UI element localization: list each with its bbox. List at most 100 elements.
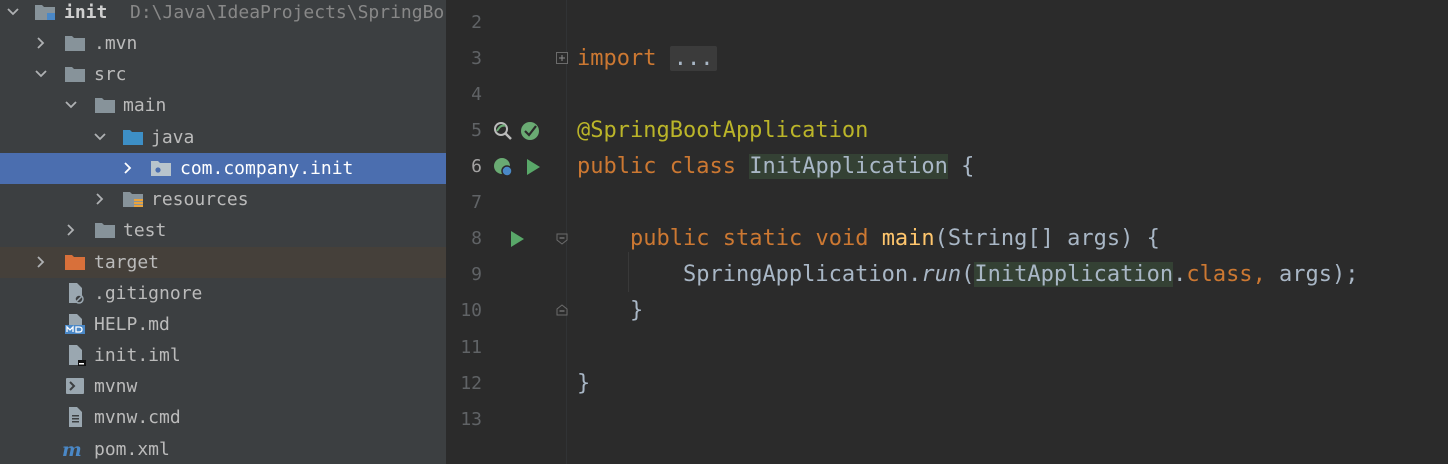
code-editor[interactable]: 2 3 4 5 6 7 8 9 10 11 12 13 import ... @… — [446, 0, 1448, 464]
line-number: 8 — [471, 228, 482, 249]
keyword-public: public — [629, 226, 710, 251]
code-line-6[interactable]: @SpringBootApplication — [577, 113, 1448, 149]
gutter-line[interactable]: 8 — [446, 221, 566, 257]
tree-item-label: HELP.md — [94, 314, 170, 335]
code-line-10[interactable]: SpringApplication.run(InitApplication.cl… — [577, 257, 1448, 293]
dot-token: . — [1173, 262, 1187, 287]
gutter-line-current[interactable]: 6 — [446, 149, 566, 185]
tree-row-mvnw[interactable]: mvnw — [0, 371, 446, 402]
tree-item-label: com.company.init — [180, 158, 354, 179]
brace-token: { — [947, 154, 975, 179]
tree-row-resources[interactable]: resources — [0, 184, 446, 215]
fold-collapse-icon[interactable] — [556, 233, 568, 245]
keyword-class: class — [669, 154, 736, 179]
tree-row-gitignore[interactable]: .gitignore — [0, 278, 446, 309]
gutter-line[interactable]: 13 — [446, 402, 566, 438]
code-line-3[interactable]: import ... — [577, 41, 1448, 77]
tree-item-label: resources — [151, 189, 249, 210]
gutter-line[interactable]: 9 — [446, 257, 566, 293]
gutter-line[interactable]: 10 — [446, 293, 566, 329]
svg-text:m: m — [62, 440, 82, 460]
code-line-11[interactable]: } — [577, 293, 1448, 329]
folder-icon — [95, 223, 115, 238]
tree-row-target[interactable]: target — [0, 247, 446, 278]
resources-folder-icon — [123, 192, 143, 207]
maven-icon: m — [62, 440, 82, 460]
line-number: 4 — [471, 84, 482, 105]
gutter-line[interactable]: 5 — [446, 113, 566, 149]
params-token: (String[] args) { — [934, 226, 1160, 251]
gutter-line[interactable]: 2 — [446, 5, 566, 41]
folder-icon — [65, 36, 85, 51]
line-number: 11 — [460, 337, 482, 358]
gutter-separator — [566, 0, 567, 464]
fold-expand-icon[interactable] — [556, 52, 568, 64]
keyword-import: import — [577, 46, 657, 71]
source-folder-icon — [123, 130, 143, 145]
project-tree[interactable]: init D:\Java\IdeaProjects\SpringBo .mvn … — [0, 0, 446, 464]
excluded-folder-icon — [65, 255, 85, 270]
tree-row-root[interactable]: init D:\Java\IdeaProjects\SpringBo — [0, 0, 446, 28]
tree-item-label: test — [123, 220, 167, 241]
text-file-icon — [69, 407, 82, 427]
gutter-line[interactable]: 7 — [446, 185, 566, 221]
paren-token: ( — [961, 262, 975, 287]
tree-item-label: java — [151, 127, 195, 148]
chevron-right-icon[interactable] — [93, 192, 107, 206]
chevron-right-icon[interactable] — [121, 161, 135, 175]
tree-item-label: target — [94, 252, 160, 273]
tree-row-java[interactable]: java — [0, 122, 446, 153]
tree-row-mvnw-cmd[interactable]: mvnw.cmd — [0, 402, 446, 433]
tree-row-mvn[interactable]: .mvn — [0, 28, 446, 59]
chevron-down-icon[interactable] — [6, 5, 20, 19]
folded-imports[interactable]: ... — [669, 46, 718, 71]
folder-icon — [95, 98, 115, 113]
folder-icon — [65, 67, 85, 82]
run-icon[interactable] — [522, 156, 544, 178]
chevron-right-icon[interactable] — [34, 36, 48, 50]
tree-row-src[interactable]: src — [0, 59, 446, 90]
tree-row-test[interactable]: test — [0, 215, 446, 246]
gutter-line[interactable]: 4 — [446, 77, 566, 113]
ignore-file-icon — [69, 283, 84, 304]
brace-token: } — [577, 371, 591, 396]
spring-bean-icon[interactable] — [492, 156, 514, 178]
tree-item-label: pom.xml — [94, 439, 170, 460]
project-root-name: init — [64, 2, 108, 23]
tree-row-init-iml[interactable]: init.iml — [0, 340, 446, 371]
tree-row-help-md[interactable]: HELP.md — [0, 309, 446, 340]
gutter-line[interactable]: 11 — [446, 330, 566, 366]
gutter-line[interactable]: 3 — [446, 41, 566, 77]
chevron-right-icon[interactable] — [64, 223, 78, 237]
line-number: 2 — [471, 12, 482, 33]
code-line-9[interactable]: public static void main(String[] args) { — [577, 221, 1448, 257]
run-method-token: run — [921, 262, 962, 287]
tree-item-label: .mvn — [94, 33, 138, 54]
chevron-down-icon[interactable] — [64, 98, 78, 112]
tree-row-package[interactable]: com.company.init — [0, 153, 446, 184]
package-icon — [151, 161, 171, 176]
gutter-line[interactable]: 12 — [446, 366, 566, 402]
class-name-token: InitApplication — [749, 154, 948, 179]
chevron-right-icon[interactable] — [34, 255, 48, 269]
run-icon[interactable] — [506, 228, 528, 250]
tree-item-label: mvnw — [94, 376, 138, 397]
tree-row-main[interactable]: main — [0, 90, 446, 121]
fold-end-icon[interactable] — [556, 304, 568, 316]
keyword-public: public — [577, 154, 657, 179]
keyword-void: void — [815, 226, 869, 251]
tree-item-label: main — [123, 95, 167, 116]
shell-script-icon — [66, 378, 84, 394]
annotation-token: @SpringBootApplication — [577, 118, 869, 143]
chevron-down-icon[interactable] — [34, 67, 48, 81]
tree-item-label: src — [94, 64, 127, 85]
code-line-7[interactable]: public class InitApplication { — [577, 149, 1448, 185]
spring-bean-search-icon[interactable] — [492, 120, 514, 142]
comma-token: , — [1252, 262, 1266, 287]
tree-row-pom-xml[interactable]: m pom.xml — [0, 434, 446, 464]
spring-boot-config-icon[interactable] — [519, 120, 541, 142]
line-number: 3 — [471, 48, 482, 69]
chevron-down-icon[interactable] — [93, 130, 107, 144]
code-line-13[interactable]: } — [577, 366, 1448, 402]
class-ref-token: InitApplication — [974, 262, 1174, 287]
